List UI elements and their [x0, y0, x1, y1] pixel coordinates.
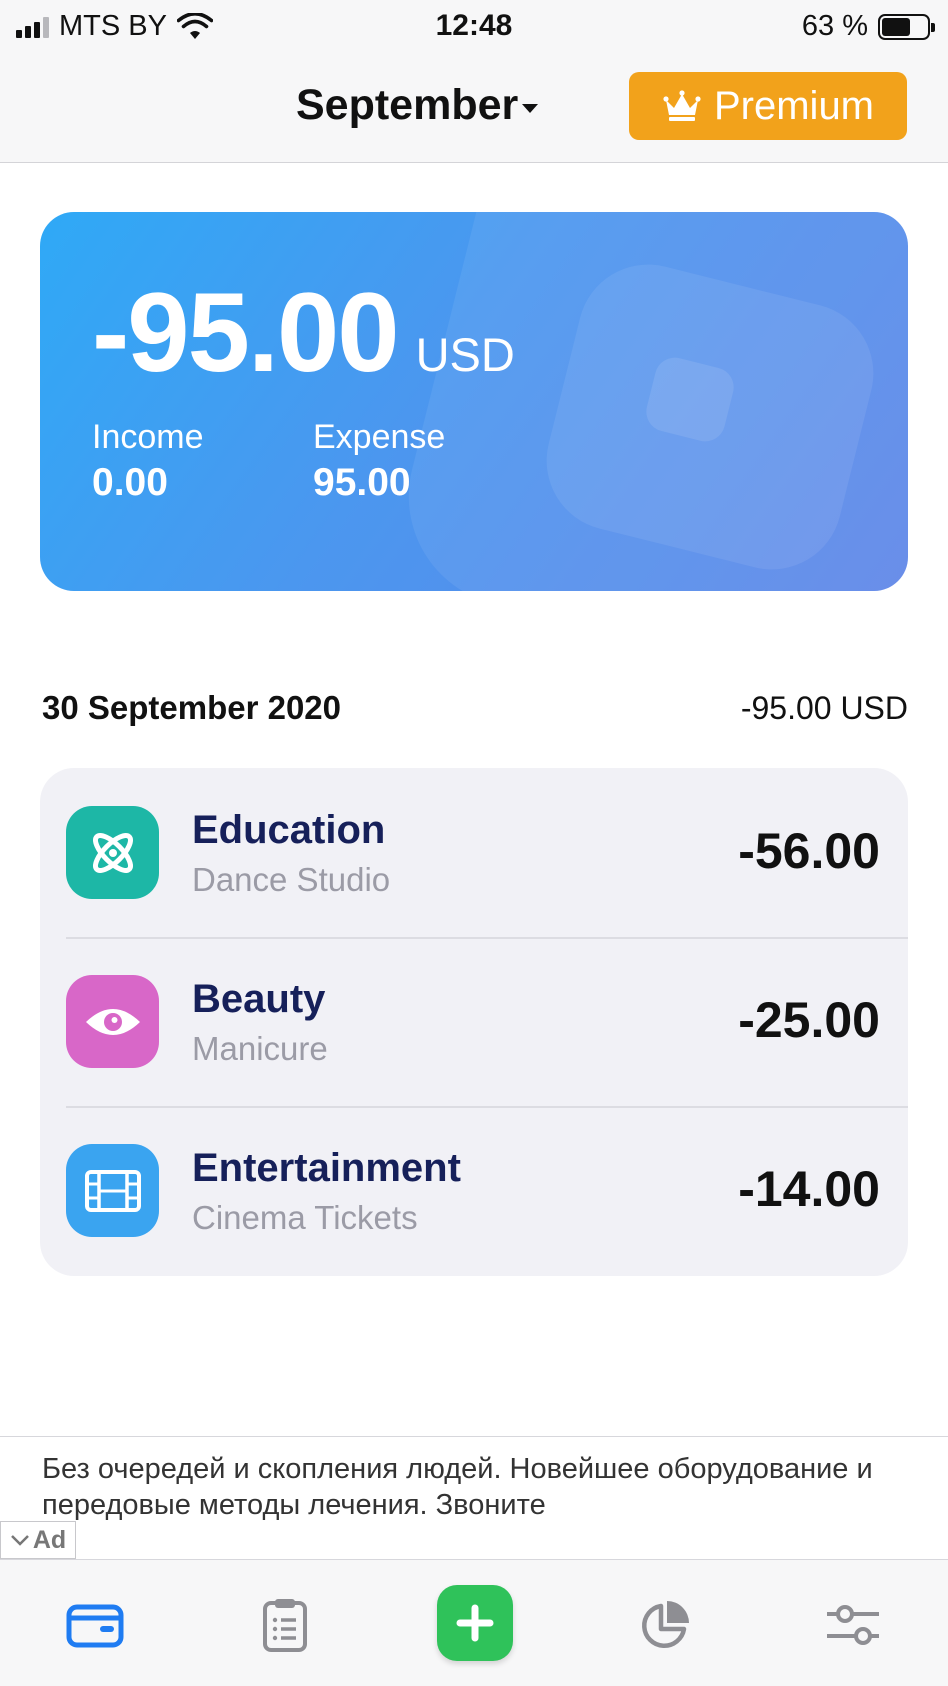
day-header: 30 September 2020 -95.00 USD [42, 689, 908, 727]
add-transaction-button[interactable] [437, 1585, 513, 1661]
sliders-icon [827, 1605, 879, 1645]
tab-bar [0, 1560, 948, 1686]
expense-value: 95.00 [313, 461, 411, 504]
atom-icon [92, 832, 133, 873]
day-total: -95.00 USD [740, 689, 908, 726]
status-bar: MTS BY 12:48 63 % [0, 0, 948, 54]
transaction-category: Beauty [192, 977, 326, 1021]
transaction-category: Education [192, 808, 386, 852]
expense-stat: Expense 95.00 [313, 418, 445, 505]
transaction-amount: -56.00 [738, 823, 880, 879]
transaction-note: Dance Studio [192, 861, 391, 898]
transaction-category: Entertainment [192, 1146, 461, 1190]
tab-statistics[interactable] [630, 1590, 700, 1660]
eye-icon [85, 1008, 140, 1035]
plus-icon [456, 1604, 494, 1642]
tab-settings[interactable] [818, 1590, 888, 1660]
category-icon-badge [66, 1144, 159, 1237]
month-title: September [296, 81, 519, 129]
balance-total: -95.00 USD [92, 268, 515, 397]
category-icon-badge [66, 806, 159, 899]
crown-icon [663, 90, 701, 121]
balance-card: -95.00 USD Income 0.00 Expense 95.00 [40, 212, 908, 591]
status-right: 63 % [801, 10, 935, 43]
transaction-note: Cinema Tickets [192, 1199, 418, 1236]
premium-label: Premium [713, 83, 875, 128]
film-icon [84, 1169, 141, 1212]
expense-label: Expense [313, 418, 446, 456]
balance-currency: USD [415, 328, 515, 381]
pie-chart-icon [642, 1601, 689, 1648]
transaction-note: Manicure [192, 1030, 328, 1067]
chevron-down-icon [10, 1535, 29, 1546]
category-icon-badge [66, 975, 159, 1068]
income-label: Income [92, 418, 204, 456]
battery-icon [878, 13, 935, 40]
ad-text: Без очередей и скопления людей. Новейшее… [42, 1453, 873, 1521]
income-value: 0.00 [92, 461, 168, 504]
transaction-row[interactable]: Beauty Manicure -25.00 [40, 937, 908, 1106]
battery-percent: 63 % [801, 10, 868, 42]
transaction-row[interactable]: Entertainment Cinema Tickets -14.00 [40, 1106, 908, 1275]
transaction-amount: -25.00 [738, 992, 880, 1048]
day-date: 30 September 2020 [42, 689, 342, 726]
tab-transactions[interactable] [250, 1590, 320, 1660]
premium-button[interactable]: Premium [629, 72, 907, 140]
month-selector[interactable]: September [296, 81, 539, 130]
wallet-icon [66, 1604, 124, 1648]
ad-badge[interactable]: Ad [0, 1521, 76, 1559]
caret-down-icon [522, 104, 539, 113]
transaction-amount: -14.00 [738, 1161, 880, 1217]
nav-header: September Premium [0, 54, 948, 163]
balance-amount: -95.00 [92, 270, 400, 395]
ad-badge-label: Ad [32, 1525, 67, 1554]
income-stat: Income 0.00 [92, 418, 204, 505]
transaction-row[interactable]: Education Dance Studio -56.00 [40, 768, 908, 937]
tab-wallet[interactable] [60, 1590, 130, 1660]
ad-banner[interactable]: Без очередей и скопления людей. Новейшее… [0, 1436, 948, 1560]
transaction-list: Education Dance Studio -56.00 Beauty Man… [40, 768, 908, 1276]
clipboard-icon [263, 1599, 307, 1652]
